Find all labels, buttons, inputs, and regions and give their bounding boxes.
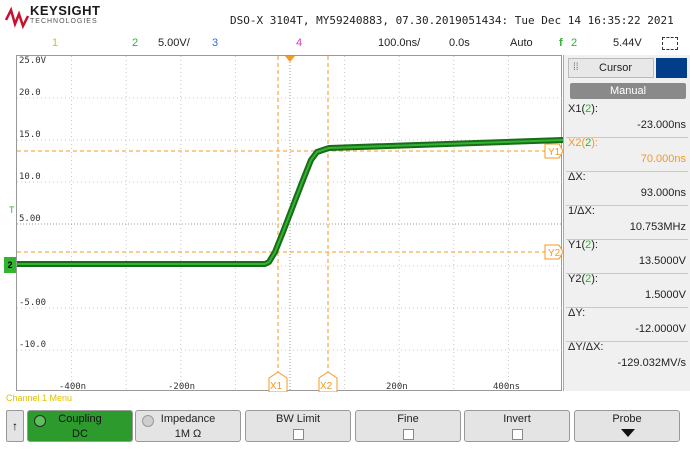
header: KEYSIGHT TECHNOLOGIES DSO-X 3104T, MY592… <box>0 0 690 36</box>
cursor-slope-label: ΔY/ΔX: <box>568 341 604 353</box>
grid-lines <box>17 56 563 392</box>
cursor-y1-tag[interactable]: Y1 <box>544 143 563 159</box>
fine-label: Fine <box>397 413 419 425</box>
svg-text:X2: X2 <box>320 381 333 392</box>
cursor-inv-delta-x-label: 1/ΔX: <box>568 205 595 217</box>
channel-2-scale[interactable]: 5.00V/ <box>158 37 190 49</box>
bw-limit-checkbox[interactable] <box>293 429 304 440</box>
y-label-minus-5: -5.00 <box>19 298 47 308</box>
trigger-source[interactable]: 2 <box>571 37 577 49</box>
y-label-minus-10: -10.0 <box>19 340 47 350</box>
fine-softkey[interactable]: Fine <box>355 410 461 442</box>
cursor-x1-tag[interactable]: X1 <box>268 371 288 392</box>
fine-checkbox[interactable] <box>403 429 414 440</box>
invert-label: Invert <box>503 413 531 425</box>
cursor-x2-tag[interactable]: X2 <box>318 371 338 392</box>
coupling-value: DC <box>72 428 88 440</box>
tab-secondary[interactable] <box>656 58 687 78</box>
y-label-15: 15.0 <box>19 130 41 140</box>
trigger-position-icon <box>285 56 295 62</box>
brand-name: KEYSIGHT <box>30 3 101 18</box>
invert-checkbox[interactable] <box>512 429 523 440</box>
x-label-minus-200: -200n <box>168 382 196 392</box>
cursor-panel: ⁞⁞ Cursor Manual X1(2): -23.000ns X2(2):… <box>563 55 690 391</box>
cursor-x2-label: X2(2): <box>568 137 598 149</box>
bw-limit-label: BW Limit <box>276 413 320 425</box>
back-button[interactable]: ↑ <box>6 410 24 442</box>
y-label-20: 20.0 <box>19 88 41 98</box>
cursor-delta-y-label: ΔY: <box>568 307 586 319</box>
channel-3-number[interactable]: 3 <box>212 37 218 49</box>
svg-text:Y2: Y2 <box>548 248 561 259</box>
timebase-scale[interactable]: 100.0ns/ <box>378 37 420 49</box>
svg-text:X1: X1 <box>270 381 283 392</box>
coupling-label: Coupling <box>58 413 102 425</box>
y-label-5: 5.00 <box>19 214 41 224</box>
cursor-mode-button[interactable]: Manual <box>570 83 686 99</box>
waveform-display[interactable]: Y1 Y2 X1 X2 25.0V 20.0 15.0 10.0 5.00 -5… <box>16 55 563 392</box>
x-label-400: 400ns <box>493 382 521 392</box>
timebase-delay[interactable]: 0.0s <box>449 37 470 49</box>
channel-2-number[interactable]: 2 <box>132 37 138 49</box>
cursor-y2-tag[interactable]: Y2 <box>544 244 563 260</box>
tab-cursor[interactable]: ⁞⁞ Cursor <box>568 58 654 78</box>
impedance-value: 1M Ω <box>174 428 202 440</box>
cursor-delta-y-value: -12.0000V <box>635 323 686 335</box>
brand-subtitle: TECHNOLOGIES <box>30 18 98 25</box>
trigger-mode[interactable]: Auto <box>510 37 533 49</box>
channel-2-ground-marker[interactable]: 2 <box>4 257 16 273</box>
device-info: DSO-X 3104T, MY59240883, 07.30.201905143… <box>230 14 674 27</box>
y-label-10: 10.0 <box>19 172 41 182</box>
cursor-x2-value: 70.000ns <box>640 153 686 165</box>
cursor-x1-value: -23.000ns <box>637 119 686 131</box>
graticule-svg: Y1 Y2 X1 X2 <box>17 56 563 392</box>
channel-4-number[interactable]: 4 <box>296 37 302 49</box>
tab-cursor-label: Cursor <box>599 62 633 74</box>
trigger-level[interactable]: 5.44V <box>613 37 642 49</box>
cursor-slope-value: -129.032MV/s <box>617 357 686 369</box>
screen-select-icon[interactable] <box>662 37 678 50</box>
x-label-minus-400: -400n <box>59 382 87 392</box>
cursor-y1-label: Y1(2): <box>568 239 598 251</box>
y-label-25: 25.0V <box>19 56 47 66</box>
cursor-y1-value: 13.5000V <box>638 255 686 267</box>
cursor-delta-x-value: 93.000ns <box>640 187 686 199</box>
channel-1-number[interactable]: 1 <box>52 37 58 49</box>
coupling-softkey[interactable]: Coupling DC <box>27 410 133 442</box>
probe-softkey[interactable]: Probe <box>574 410 680 442</box>
cursor-x1-label: X1(2): <box>568 103 598 115</box>
trigger-level-marker: T <box>9 205 15 215</box>
grip-icon: ⁞⁞ <box>573 62 579 73</box>
arrow-down-icon <box>621 429 635 437</box>
x-label-200: 200n <box>386 382 408 392</box>
bw-limit-softkey[interactable]: BW Limit <box>245 410 351 442</box>
trigger-edge-icon: f <box>559 37 563 49</box>
cursor-inv-delta-x-value: 10.753MHz <box>629 221 686 233</box>
status-bar: 1 2 5.00V/ 3 4 100.0ns/ 0.0s Auto f 2 5.… <box>0 36 690 52</box>
probe-label: Probe <box>612 413 642 425</box>
cursor-y2-label: Y2(2): <box>568 273 598 285</box>
menu-title: Channel 1 Menu <box>6 393 73 403</box>
cursor-y2-value: 1.5000V <box>645 289 686 301</box>
impedance-label: Impedance <box>160 413 216 425</box>
svg-text:Y1: Y1 <box>548 147 561 158</box>
cursor-delta-x-label: ΔX: <box>568 171 586 183</box>
invert-softkey[interactable]: Invert <box>464 410 570 442</box>
impedance-softkey[interactable]: Impedance 1M Ω <box>135 410 241 442</box>
